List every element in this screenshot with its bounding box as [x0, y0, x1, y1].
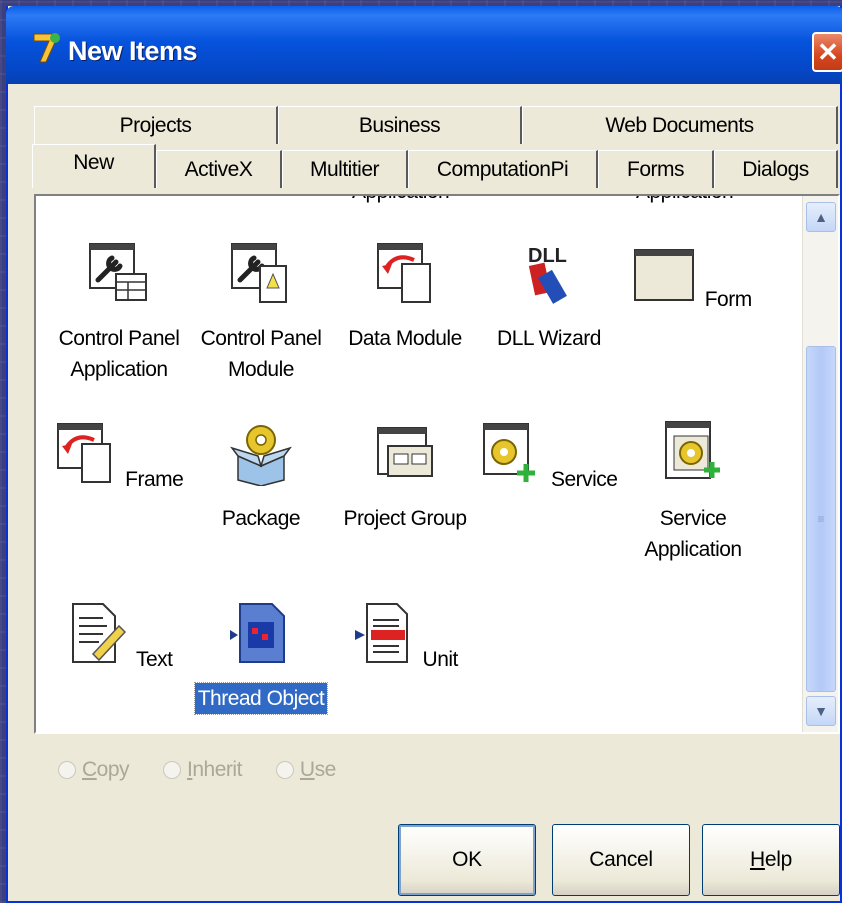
package-icon: [230, 425, 292, 487]
item-label: Text: [135, 648, 173, 671]
scroll-up-button[interactable]: ▲: [806, 202, 836, 232]
list-item-service[interactable]: Service: [474, 420, 624, 495]
list-item-package[interactable]: Package: [186, 420, 336, 534]
item-label: Project Group: [343, 507, 467, 530]
list-item-form[interactable]: Form: [618, 240, 768, 315]
radio-use[interactable]: Use: [275, 758, 336, 782]
item-label: Control Panel Module: [200, 327, 322, 381]
vertical-scrollbar[interactable]: ▲ ≡ ▼: [802, 196, 838, 732]
chevron-up-icon: ▲: [814, 209, 828, 225]
tab-dialogs[interactable]: Dialogs: [714, 150, 838, 188]
list-item-data-module[interactable]: Data Module: [330, 240, 480, 354]
radio-label-copy: Copy: [82, 758, 130, 781]
svg-text:DLL: DLL: [528, 245, 567, 267]
tab-new[interactable]: New: [32, 144, 156, 188]
list-item-text[interactable]: Text: [44, 600, 194, 675]
ok-button[interactable]: OK: [398, 824, 536, 896]
radio-label-inherit: Inherit: [187, 758, 242, 781]
tab-business[interactable]: Business: [278, 106, 522, 144]
item-label: Data Module: [348, 327, 462, 350]
delphi-app-icon: [33, 33, 60, 63]
title-bar[interactable]: New Items ✕: [6, 6, 842, 84]
items-list-panel: Application Application Control Panel Ap…: [34, 194, 840, 734]
item-label: Service Application: [644, 507, 742, 561]
tab-web-documents[interactable]: Web Documents: [522, 106, 838, 144]
help-button-label: Help: [750, 848, 792, 871]
item-label: Thread Object: [193, 682, 329, 715]
frame-icon: [56, 423, 111, 483]
list-item-frame[interactable]: Frame: [44, 420, 194, 495]
item-label: Package: [221, 507, 301, 530]
tab-forms[interactable]: Forms: [598, 150, 714, 188]
thread-object-icon: [230, 603, 285, 663]
cancel-button[interactable]: Cancel: [552, 824, 690, 896]
tab-activex[interactable]: ActiveX: [156, 150, 282, 188]
radio-inherit[interactable]: Inherit: [163, 758, 242, 782]
scroll-down-button[interactable]: ▼: [806, 696, 836, 726]
help-button[interactable]: Help: [702, 824, 840, 896]
chevron-down-icon: ▼: [814, 703, 828, 719]
control-panel-module-icon: [231, 243, 287, 303]
item-label: Form: [704, 288, 753, 311]
radio-copy[interactable]: Copy: [58, 758, 130, 782]
item-label: Frame: [125, 468, 184, 491]
grip-icon: ≡: [817, 512, 825, 526]
close-icon: ✕: [817, 36, 839, 67]
items-listview[interactable]: Application Application Control Panel Ap…: [36, 196, 800, 732]
list-item-thread-object[interactable]: Thread Object: [186, 600, 336, 715]
window-title: New Items: [68, 36, 198, 66]
list-item-control-panel-module[interactable]: Control Panel Module: [186, 240, 336, 385]
close-button[interactable]: ✕: [812, 32, 842, 72]
item-label: Control Panel Application: [58, 327, 180, 381]
radio-circle: [275, 761, 294, 779]
list-item-service-application[interactable]: Service Application: [618, 420, 768, 565]
scroll-thumb[interactable]: ≡: [806, 346, 836, 692]
partial-item-label: Application: [352, 196, 450, 204]
list-item-dll-wizard[interactable]: DLL DLL Wizard: [474, 240, 624, 354]
item-label: Service: [550, 468, 618, 491]
list-item-unit[interactable]: Unit: [330, 600, 480, 675]
radio-circle: [163, 761, 182, 779]
list-item-control-panel-application[interactable]: Control Panel Application: [44, 240, 194, 385]
radio-label-use: Use: [299, 758, 336, 781]
radio-circle: [58, 761, 76, 779]
control-panel-application-icon: [89, 243, 147, 301]
new-items-dialog: New Items ✕ Projects Business Web Docume…: [6, 6, 842, 903]
tab-computationpi[interactable]: ComputationPi: [408, 150, 598, 188]
data-module-icon: [377, 243, 431, 303]
form-icon: [634, 249, 695, 301]
partial-item-label: Application: [636, 196, 734, 204]
tab-projects[interactable]: Projects: [34, 106, 278, 144]
service-icon: [482, 423, 535, 482]
text-icon: [71, 603, 126, 663]
tab-multitier[interactable]: Multitier: [282, 150, 408, 188]
service-application-icon: [665, 421, 720, 479]
project-group-icon: [377, 427, 433, 477]
dll-wizard-icon: DLL: [528, 245, 567, 304]
unit-icon: [355, 603, 409, 663]
item-mode-radio-group: Copy Inherit Use: [58, 758, 336, 782]
item-label: DLL Wizard: [497, 327, 601, 350]
list-item-project-group[interactable]: Project Group: [330, 420, 480, 534]
item-label: Unit: [422, 648, 459, 671]
